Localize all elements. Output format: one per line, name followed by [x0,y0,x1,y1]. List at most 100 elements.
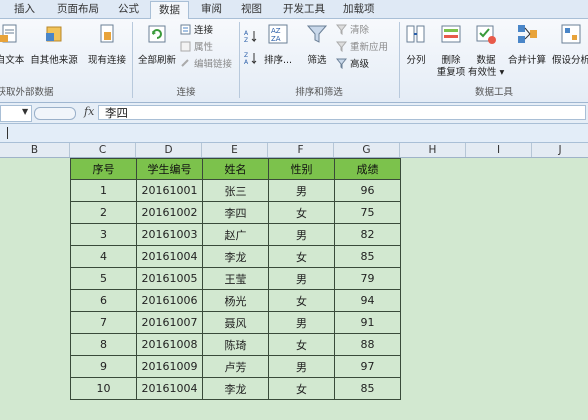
cell-score[interactable]: 85 [334,377,401,400]
database-icon [46,26,62,42]
cell-student-id[interactable]: 20161009 [136,355,203,378]
advanced-filter-button[interactable]: 高级 [336,58,369,72]
cell-score[interactable]: 97 [334,355,401,378]
edit-links-icon [181,59,189,67]
cell-name[interactable]: 李龙 [202,245,269,268]
header-name[interactable]: 姓名 [202,158,269,180]
clear-filter-button[interactable]: 清除 [336,24,369,38]
cell-student-id[interactable]: 20161006 [136,289,203,312]
table-row: 2 20161002 李四女 75 [70,201,401,224]
header-index[interactable]: 序号 [70,158,137,180]
cell-score[interactable]: 79 [334,267,401,290]
header-score[interactable]: 成绩 [334,158,401,180]
cell-name[interactable]: 聂风 [202,311,269,334]
table-row: 8 20161008 陈琦女 88 [70,333,401,356]
chevron-down-icon[interactable]: ▼ [22,107,28,116]
column-header-c[interactable]: C [70,143,136,157]
cell-name[interactable]: 李龙 [202,377,269,400]
consolidate-icon [518,25,537,43]
cell-name[interactable]: 卢芳 [202,355,269,378]
cell-index[interactable]: 4 [70,245,137,268]
cell-name[interactable]: 杨光 [202,289,269,312]
ribbon: 自文本 自其他来源 现有连接 获取外部数据 全部刷新 连接 属性 编辑链接 连接… [0,19,588,103]
cell-name[interactable]: 陈琦 [202,333,269,356]
connections-button[interactable]: 连接 [180,24,213,38]
tab-page-layout[interactable]: 页面布局 [57,0,99,18]
cell-student-id[interactable]: 20161001 [136,179,203,202]
tab-insert[interactable]: 插入 [14,0,35,18]
column-header-b[interactable]: B [0,143,70,157]
table-row: 5 20161005 王莹男 79 [70,267,401,290]
cell-index[interactable]: 10 [70,377,137,400]
tab-developer[interactable]: 开发工具 [283,0,325,18]
cell-index[interactable]: 5 [70,267,137,290]
cell-gender[interactable]: 女 [268,377,335,400]
formula-bar-handle[interactable] [34,107,76,120]
cell-gender[interactable]: 女 [268,289,335,312]
cell-student-id[interactable]: 20161005 [136,267,203,290]
tab-data[interactable]: 数据 [150,1,189,20]
cell-name[interactable]: 张三 [202,179,269,202]
cell-gender[interactable]: 男 [268,267,335,290]
column-header-f[interactable]: F [268,143,334,157]
header-student-id[interactable]: 学生编号 [136,158,203,180]
properties-button[interactable]: 属性 [180,41,213,55]
cell-gender[interactable]: 男 [268,311,335,334]
svg-text:AZ: AZ [271,27,281,35]
cell-score[interactable]: 75 [334,201,401,224]
cell-gender[interactable]: 男 [268,355,335,378]
tab-addins[interactable]: 加载项 [343,0,375,18]
edit-links-button[interactable]: 编辑链接 [180,58,232,72]
cell-student-id[interactable]: 20161002 [136,201,203,224]
column-header-g[interactable]: G [334,143,400,157]
cell-gender[interactable]: 女 [268,333,335,356]
table-row: 10 20161004 李龙女 85 [70,377,401,400]
sort-icon: AZZA [268,24,288,44]
cell-name[interactable]: 李四 [202,201,269,224]
sort-za-button[interactable]: ZA [244,51,258,66]
sort-az-button[interactable]: AZ [244,29,258,44]
cell-index[interactable]: 2 [70,201,137,224]
cell-name[interactable]: 赵广 [202,223,269,246]
header-gender[interactable]: 性别 [268,158,335,180]
cell-student-id[interactable]: 20161004 [136,377,203,400]
formula-input[interactable]: 李四 [98,105,586,120]
cell-gender[interactable]: 女 [268,245,335,268]
cell-score[interactable]: 82 [334,223,401,246]
cell-score[interactable]: 85 [334,245,401,268]
column-header-j[interactable]: J [532,143,588,157]
tab-view[interactable]: 视图 [241,0,262,18]
cell-gender[interactable]: 女 [268,201,335,224]
cell-score[interactable]: 96 [334,179,401,202]
cell-gender[interactable]: 男 [268,223,335,246]
cell-index[interactable]: 9 [70,355,137,378]
tab-review[interactable]: 审阅 [201,0,222,18]
cell-student-id[interactable]: 20161007 [136,311,203,334]
formula-bar-expanded[interactable] [0,124,588,143]
column-header-h[interactable]: H [400,143,466,157]
column-header-d[interactable]: D [136,143,202,157]
table-row: 7 20161007 聂风男 91 [70,311,401,334]
tab-formulas[interactable]: 公式 [118,0,139,18]
cell-student-id[interactable]: 20161003 [136,223,203,246]
column-header-i[interactable]: I [466,143,532,157]
cell-score[interactable]: 88 [334,333,401,356]
cell-index[interactable]: 8 [70,333,137,356]
reapply-button[interactable]: 重新应用 [336,41,388,55]
cell-index[interactable]: 1 [70,179,137,202]
cell-index[interactable]: 3 [70,223,137,246]
cell-student-id[interactable]: 20161008 [136,333,203,356]
worksheet[interactable]: 序号 学生编号 姓名 性别 成绩 1 20161001 张三男 96 2 20161002… [0,158,588,420]
cell-index[interactable]: 7 [70,311,137,334]
svg-text:Z: Z [244,52,248,59]
cell-student-id[interactable]: 20161004 [136,245,203,268]
cell-score[interactable]: 91 [334,311,401,334]
cell-gender[interactable]: 男 [268,179,335,202]
cell-index[interactable]: 6 [70,289,137,312]
table-row: 9 20161009 卢芳男 97 [70,355,401,378]
column-header-e[interactable]: E [202,143,268,157]
column-headers: B C D E F G H I J [0,143,588,158]
cell-name[interactable]: 王莹 [202,267,269,290]
fx-icon[interactable]: fx [84,105,94,118]
cell-score[interactable]: 94 [334,289,401,312]
